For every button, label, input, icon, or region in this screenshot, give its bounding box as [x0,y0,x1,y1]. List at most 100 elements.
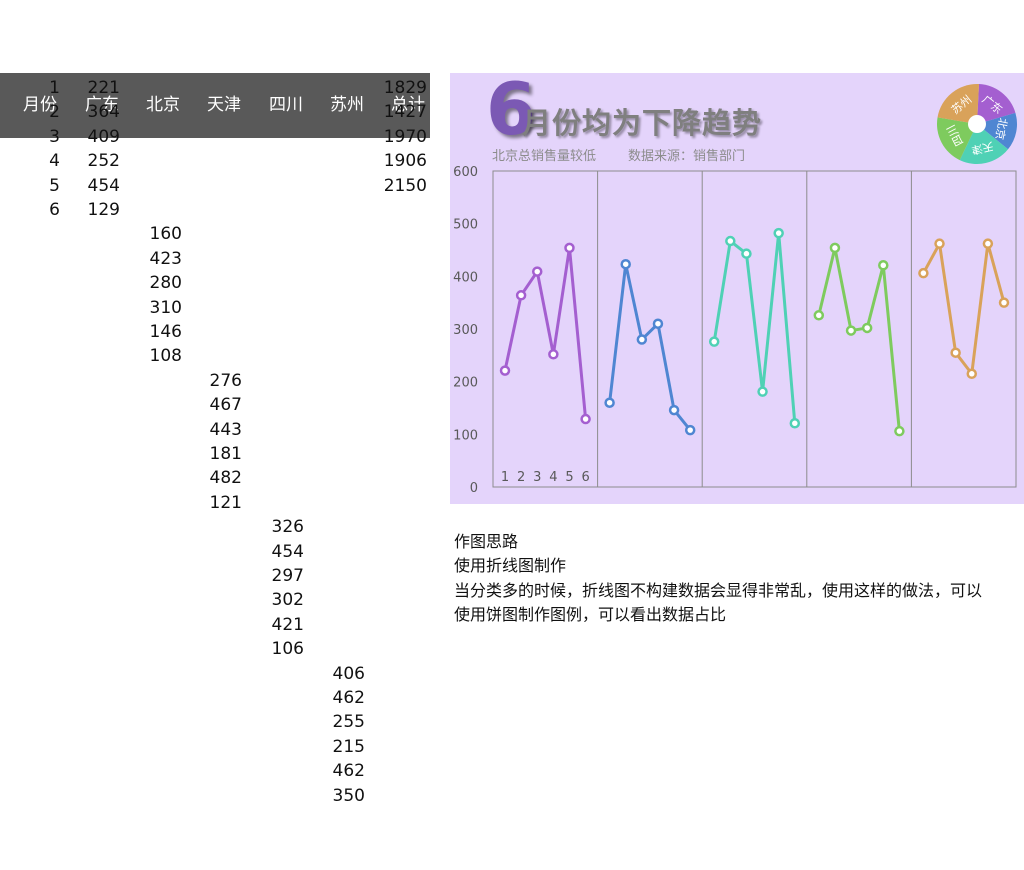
table-cell-value[interactable]: 454 [60,174,120,198]
table-cell-value[interactable]: 454 [244,540,304,564]
header-beijing[interactable]: 北京 [141,73,185,138]
table-cell-total[interactable]: 2150 [367,174,427,198]
data-point [564,242,575,254]
data-point [878,260,889,271]
x-tick-label: 2 [517,470,525,485]
series-line [712,231,797,424]
table-cell-value[interactable]: 482 [182,466,242,490]
series-line [503,246,588,420]
data-point [580,413,591,425]
chart-panel: 0 100 200 300 400 500 600 1 2 3 4 5 6 6 月份均为下降趋势 北京总… [450,73,1024,504]
table-cell-total[interactable]: 1829 [367,76,427,100]
y-tick-label: 100 [453,428,478,443]
header-sichuan[interactable]: 四川 [264,73,308,138]
series-line [922,242,1006,376]
data-point [620,258,631,270]
data-point [773,227,784,239]
x-tick-label: 3 [533,470,541,485]
table-cell-value[interactable]: 421 [244,613,304,637]
x-tick-label: 4 [549,470,557,485]
series-line [817,246,901,432]
table-cell-value[interactable]: 443 [182,418,242,442]
data-point [757,386,768,397]
data-point [982,238,994,249]
data-point [845,325,857,336]
table-cell-total[interactable]: 1427 [367,100,427,124]
data-point [668,404,680,416]
y-tick-label: 0 [470,481,478,496]
table-cell-value[interactable]: 462 [305,759,365,783]
table-cell-month[interactable]: 4 [0,149,60,173]
chart-subtitle-note: 北京总销售量较低 [492,149,597,164]
x-tick-label: 1 [501,470,509,485]
table-cell-value[interactable]: 280 [122,271,182,295]
data-table: 月份 广东 北京 天津 四川 苏州 总计 1 2 3 4 5 6 1829 1427 1970 1… [0,73,430,806]
table-cell-value[interactable]: 350 [305,784,365,808]
data-point [515,290,527,301]
data-point [636,334,648,345]
x-tick-label: 6 [581,470,589,485]
header-suzhou[interactable]: 苏州 [325,73,369,138]
table-cell-month[interactable]: 3 [0,125,60,149]
table-cell-value[interactable]: 423 [122,247,182,271]
table-cell-value[interactable]: 409 [60,125,120,149]
series-line [608,262,692,432]
table-cell-value[interactable]: 406 [305,662,365,686]
data-point [708,336,720,347]
table-cell-month[interactable]: 5 [0,174,60,198]
table-cell-value[interactable]: 297 [244,564,304,588]
table-cell-value[interactable]: 160 [122,222,182,246]
x-tick-label: 5 [565,470,573,485]
y-tick-label: 200 [453,376,478,391]
table-cell-value[interactable]: 221 [60,76,120,100]
data-point [950,347,961,358]
data-point [499,365,511,376]
y-tick-label: 300 [453,323,478,338]
table-cell-month[interactable]: 2 [0,100,60,124]
notes-line: 当分类多的时候，折线图不构建数据会显得非常乱，使用这样的做法，可以 [454,580,983,600]
table-cell-value[interactable]: 302 [244,588,304,612]
table-cell-value[interactable]: 146 [122,320,182,344]
table-cell-value[interactable]: 121 [182,491,242,515]
table-cell-value[interactable]: 108 [122,344,182,368]
table-cell-value[interactable]: 255 [305,710,365,734]
y-tick-label: 500 [453,218,478,233]
table-cell-value[interactable]: 252 [60,149,120,173]
table-cell-value[interactable]: 181 [182,442,242,466]
table-cell-value[interactable]: 276 [182,369,242,393]
table-cell-value[interactable]: 215 [305,735,365,759]
table-cell-value[interactable]: 467 [182,393,242,417]
y-tick-label: 600 [453,165,478,180]
data-point [861,322,873,334]
table-cell-total[interactable]: 1970 [367,125,427,149]
data-point [725,235,736,247]
table-cell-month[interactable]: 1 [0,76,60,100]
table-cell-value[interactable]: 462 [305,686,365,710]
table-cell-total[interactable]: 1906 [367,149,427,173]
y-tick-label: 400 [453,270,478,285]
notes-heading: 作图思路 [454,532,519,551]
table-cell-value[interactable]: 310 [122,296,182,320]
data-point [813,310,825,321]
pie-legend: 广东 北京 天津 四川 苏州 [936,83,1018,165]
notes-line: 使用饼图制作图例，可以看出数据占比 [454,604,727,624]
header-tianjin[interactable]: 天津 [202,73,246,138]
data-point [894,425,905,437]
data-point [531,266,543,277]
table-cell-month[interactable]: 6 [0,198,60,222]
data-point [741,248,752,259]
data-point [829,242,841,254]
data-point [652,318,664,329]
notes-line: 使用折线图制作 [454,556,567,576]
table-cell-value[interactable]: 364 [60,100,120,124]
table-cell-value[interactable]: 129 [60,198,120,222]
data-point [684,424,696,436]
data-point [548,349,559,360]
table-cell-value[interactable]: 106 [244,637,304,661]
data-point [789,418,801,429]
notes-block: 作图思路 使用折线图制作 当分类多的时候，折线图不构建数据会显得非常乱，使用这样… [454,530,1024,627]
data-point [966,368,978,380]
data-point [934,238,945,249]
chart-subtitle-source: 数据来源：销售部门 [628,149,746,164]
table-cell-value[interactable]: 326 [244,515,304,539]
